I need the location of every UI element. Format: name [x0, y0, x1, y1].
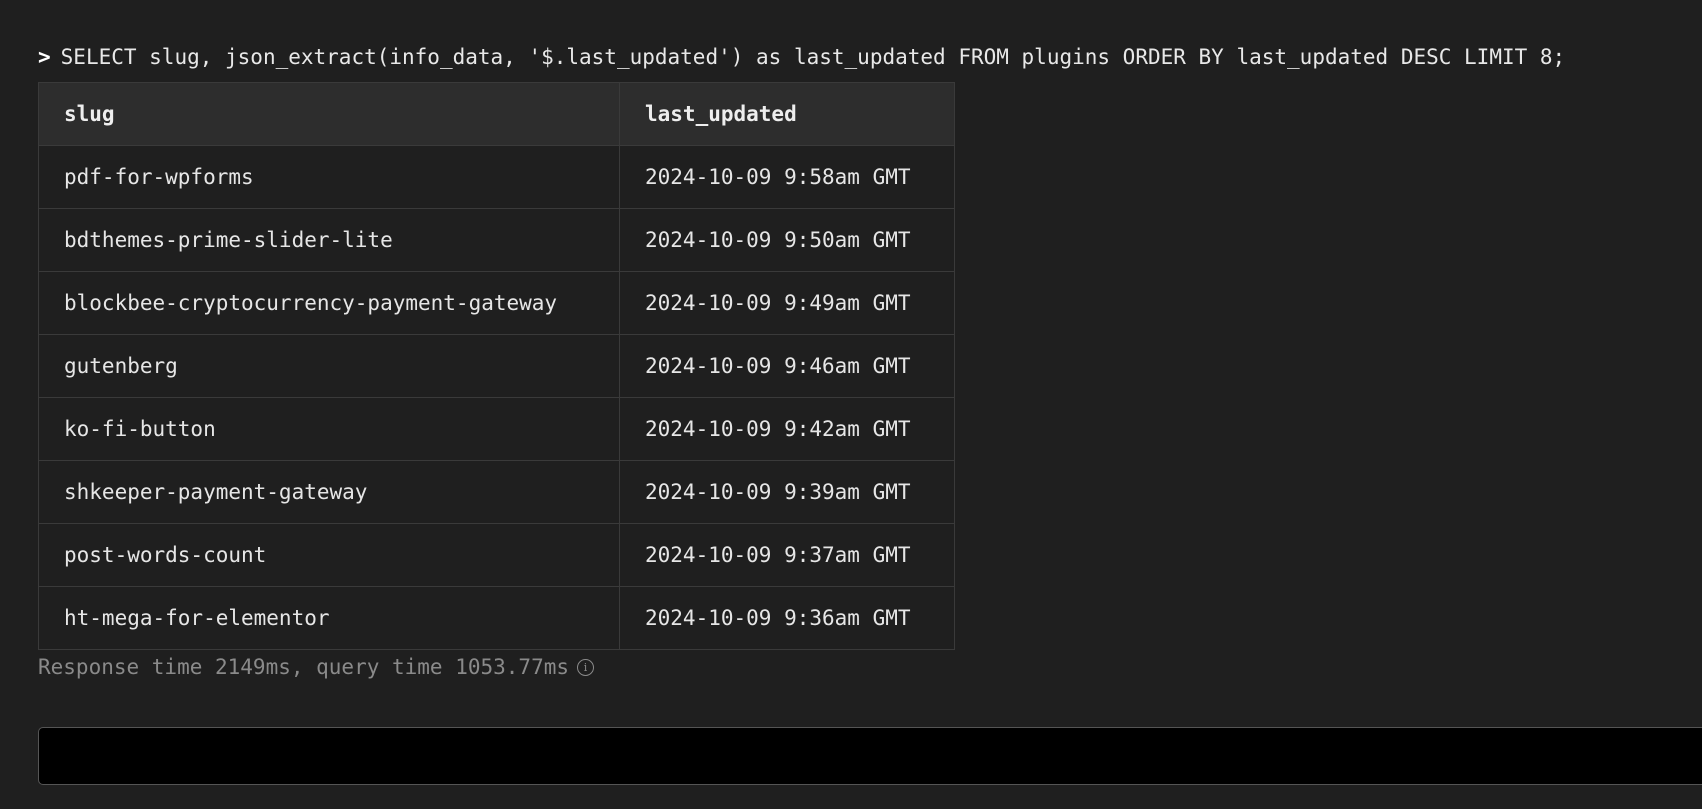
results-table: slug last_updated pdf-for-wpforms 2024-1…	[38, 82, 955, 650]
cell-slug: ht-mega-for-elementor	[38, 586, 620, 650]
cell-last-updated: 2024-10-09 9:49am GMT	[619, 271, 955, 335]
cell-last-updated: 2024-10-09 9:37am GMT	[619, 523, 955, 587]
column-header-slug: slug	[38, 82, 620, 146]
cell-last-updated: 2024-10-09 9:36am GMT	[619, 586, 955, 650]
table-row: pdf-for-wpforms 2024-10-09 9:58am GMT	[38, 145, 955, 209]
query-input[interactable]	[38, 727, 1702, 785]
cell-last-updated: 2024-10-09 9:46am GMT	[619, 334, 955, 398]
table-row: blockbee-cryptocurrency-payment-gateway …	[38, 271, 955, 335]
cell-last-updated: 2024-10-09 9:50am GMT	[619, 208, 955, 272]
cell-slug: gutenberg	[38, 334, 620, 398]
table-row: ko-fi-button 2024-10-09 9:42am GMT	[38, 397, 955, 461]
cell-slug: bdthemes-prime-slider-lite	[38, 208, 620, 272]
cell-last-updated: 2024-10-09 9:42am GMT	[619, 397, 955, 461]
cell-last-updated: 2024-10-09 9:39am GMT	[619, 460, 955, 524]
table-row: ht-mega-for-elementor 2024-10-09 9:36am …	[38, 586, 955, 650]
cell-last-updated: 2024-10-09 9:58am GMT	[619, 145, 955, 209]
prompt-chevron-icon: >	[38, 45, 51, 69]
query-line: > SELECT slug, json_extract(info_data, '$…	[38, 42, 1565, 72]
response-time-label: Response time 2149ms, query time 1053.77…	[38, 655, 570, 679]
column-header-last-updated: last_updated	[619, 82, 955, 146]
table-row: gutenberg 2024-10-09 9:46am GMT	[38, 334, 955, 398]
cell-slug: ko-fi-button	[38, 397, 620, 461]
table-row: bdthemes-prime-slider-lite 2024-10-09 9:…	[38, 208, 955, 272]
query-text: SELECT slug, json_extract(info_data, '$.…	[60, 45, 1566, 69]
table-row: post-words-count 2024-10-09 9:37am GMT	[38, 523, 955, 587]
table-row: shkeeper-payment-gateway 2024-10-09 9:39…	[38, 460, 955, 524]
table-header-row: slug last_updated	[38, 82, 955, 146]
cell-slug: post-words-count	[38, 523, 620, 587]
response-time-text: Response time 2149ms, query time 1053.77…	[38, 655, 595, 679]
cell-slug: shkeeper-payment-gateway	[38, 460, 620, 524]
cell-slug: blockbee-cryptocurrency-payment-gateway	[38, 271, 620, 335]
info-icon[interactable]: i	[577, 658, 595, 676]
cell-slug: pdf-for-wpforms	[38, 145, 620, 209]
